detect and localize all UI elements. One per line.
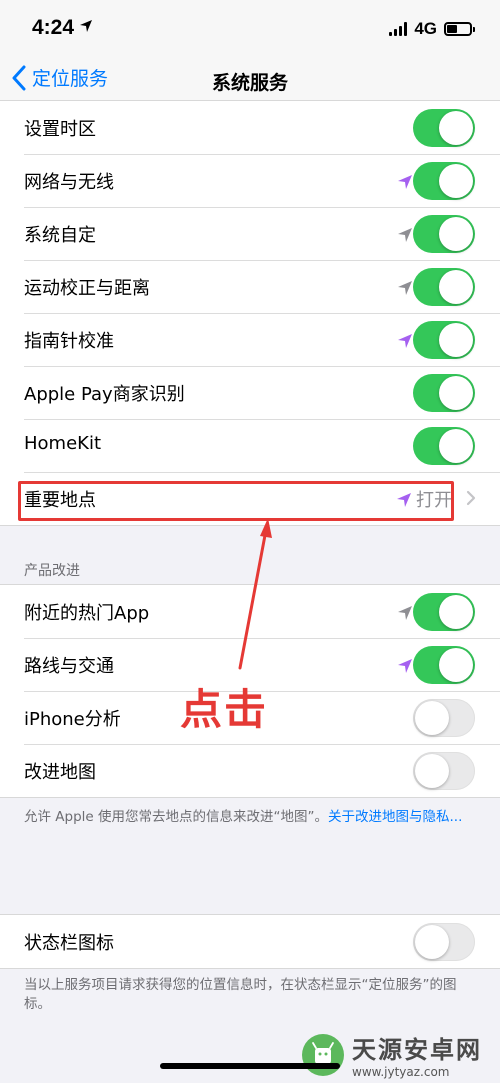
- watermark-url: www.jytyaz.com: [352, 1065, 450, 1079]
- watermark-logo-icon: [302, 1033, 344, 1076]
- annotation-text: 点击: [180, 685, 269, 734]
- watermark-text: 天源安卓网 www.jytyaz.com: [352, 1030, 482, 1079]
- watermark-title: 天源安卓网: [352, 1036, 482, 1064]
- watermark: 天源安卓网 www.jytyaz.com: [300, 1030, 482, 1079]
- home-indicator[interactable]: [160, 1063, 340, 1069]
- annotation-arrow-icon: [238, 518, 272, 670]
